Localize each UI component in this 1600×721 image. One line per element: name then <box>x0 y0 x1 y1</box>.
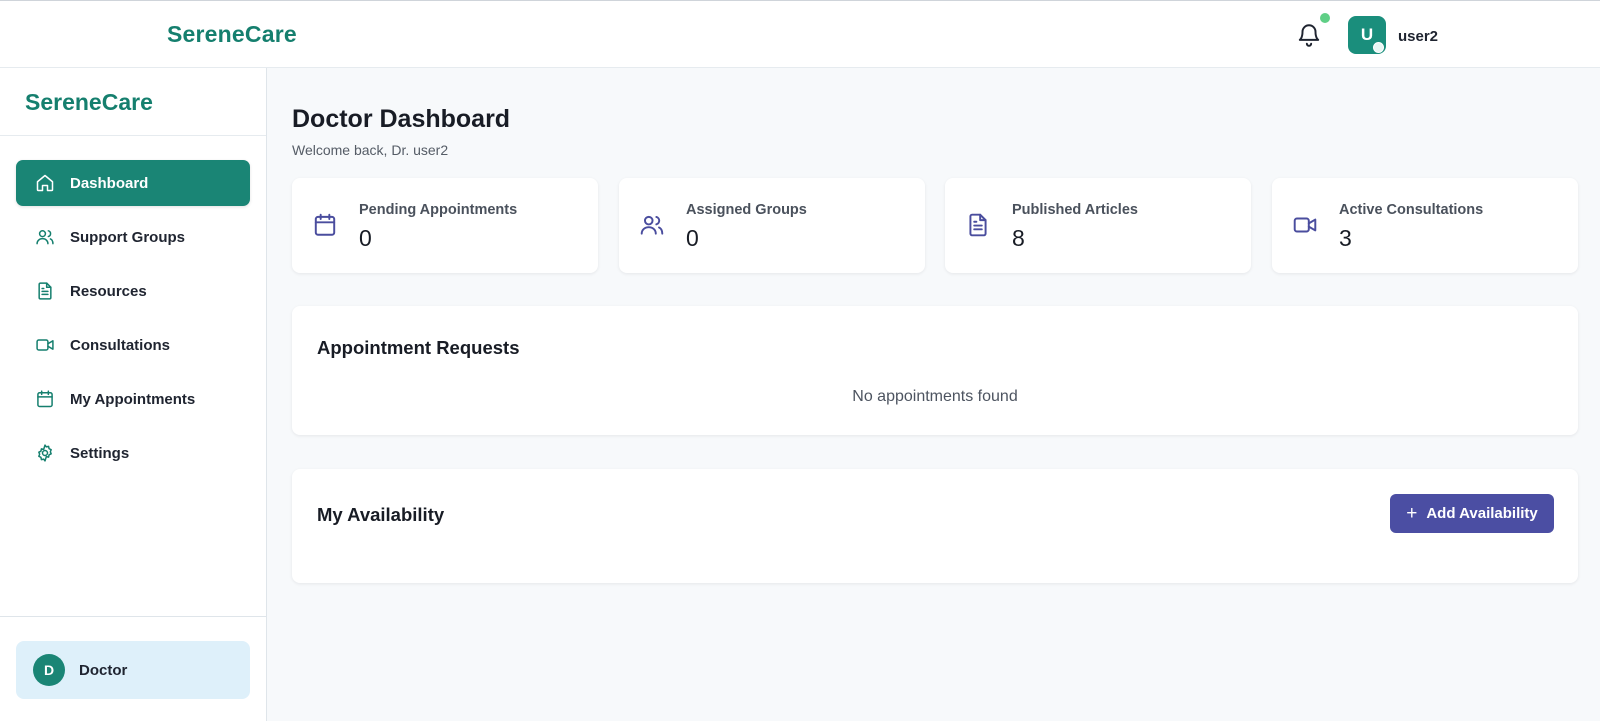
stat-card-assigned-groups: Assigned Groups 0 <box>619 178 925 273</box>
sidebar-nav: Dashboard Support Groups Resources Consu… <box>16 160 250 484</box>
page-subtitle: Welcome back, Dr. user2 <box>292 142 449 158</box>
document-icon <box>34 280 56 302</box>
stat-label: Pending Appointments <box>359 202 518 218</box>
sidebar-item-consultations[interactable]: Consultations <box>16 322 250 368</box>
sidebar-item-support-groups[interactable]: Support Groups <box>16 214 250 260</box>
users-icon <box>34 226 56 248</box>
stat-card-pending-appointments: Pending Appointments 0 <box>292 178 598 273</box>
availability-title: My Availability <box>317 504 445 525</box>
profile-role: Doctor <box>79 661 128 679</box>
stat-label: Assigned Groups <box>686 202 807 218</box>
stat-value: 3 <box>1339 225 1352 251</box>
notification-indicator <box>1320 13 1330 23</box>
profile-avatar: D <box>33 654 65 686</box>
online-status-indicator <box>1373 42 1384 53</box>
sidebar-logo[interactable]: SereneCare <box>25 89 153 116</box>
sidebar-item-dashboard[interactable]: Dashboard <box>16 160 250 206</box>
document-icon <box>965 212 991 238</box>
stat-label: Active Consultations <box>1339 202 1484 218</box>
appointment-requests-panel: Appointment Requests No appointments fou… <box>292 306 1578 435</box>
top-bar: SereneCare U user2 <box>0 0 1600 68</box>
stat-label: Published Articles <box>1012 202 1138 218</box>
stat-value: 0 <box>359 225 372 251</box>
calendar-icon <box>34 388 56 410</box>
page-title: Doctor Dashboard <box>292 105 511 133</box>
add-availability-button[interactable]: + Add Availability <box>1390 494 1554 533</box>
users-icon <box>639 212 665 238</box>
sidebar-item-resources[interactable]: Resources <box>16 268 250 314</box>
notifications-bell-icon[interactable] <box>1296 21 1322 49</box>
stat-value: 0 <box>686 225 699 251</box>
sidebar-item-label: Settings <box>70 444 130 462</box>
empty-state-text: No appointments found <box>852 388 1018 405</box>
sidebar-item-my-appointments[interactable]: My Appointments <box>16 376 250 422</box>
stat-value: 8 <box>1012 225 1025 251</box>
add-availability-label: Add Availability <box>1426 505 1538 522</box>
sidebar-item-label: Support Groups <box>70 228 185 246</box>
user-profile-card[interactable]: D Doctor <box>16 641 250 699</box>
stat-card-active-consultations: Active Consultations 3 <box>1272 178 1578 273</box>
calendar-icon <box>312 212 338 238</box>
sidebar-item-label: Consultations <box>70 336 170 354</box>
video-icon <box>1292 212 1318 238</box>
sidebar-header: SereneCare <box>0 68 266 136</box>
home-icon <box>34 172 56 194</box>
video-icon <box>34 334 56 356</box>
appointment-requests-title: Appointment Requests <box>317 337 520 358</box>
header-username[interactable]: user2 <box>1398 28 1438 45</box>
plus-icon: + <box>1406 503 1418 524</box>
availability-panel: My Availability + Add Availability <box>292 469 1578 583</box>
sidebar-item-label: Resources <box>70 282 147 300</box>
header-logo[interactable]: SereneCare <box>167 21 297 48</box>
sidebar: SereneCare Dashboard Support Groups Reso… <box>0 68 267 721</box>
sidebar-item-label: My Appointments <box>70 390 196 408</box>
sidebar-item-settings[interactable]: Settings <box>16 430 250 476</box>
stat-card-published-articles: Published Articles 8 <box>945 178 1251 273</box>
gear-icon <box>34 442 56 464</box>
sidebar-footer: D Doctor <box>0 616 267 721</box>
sidebar-item-label: Dashboard <box>70 174 149 192</box>
